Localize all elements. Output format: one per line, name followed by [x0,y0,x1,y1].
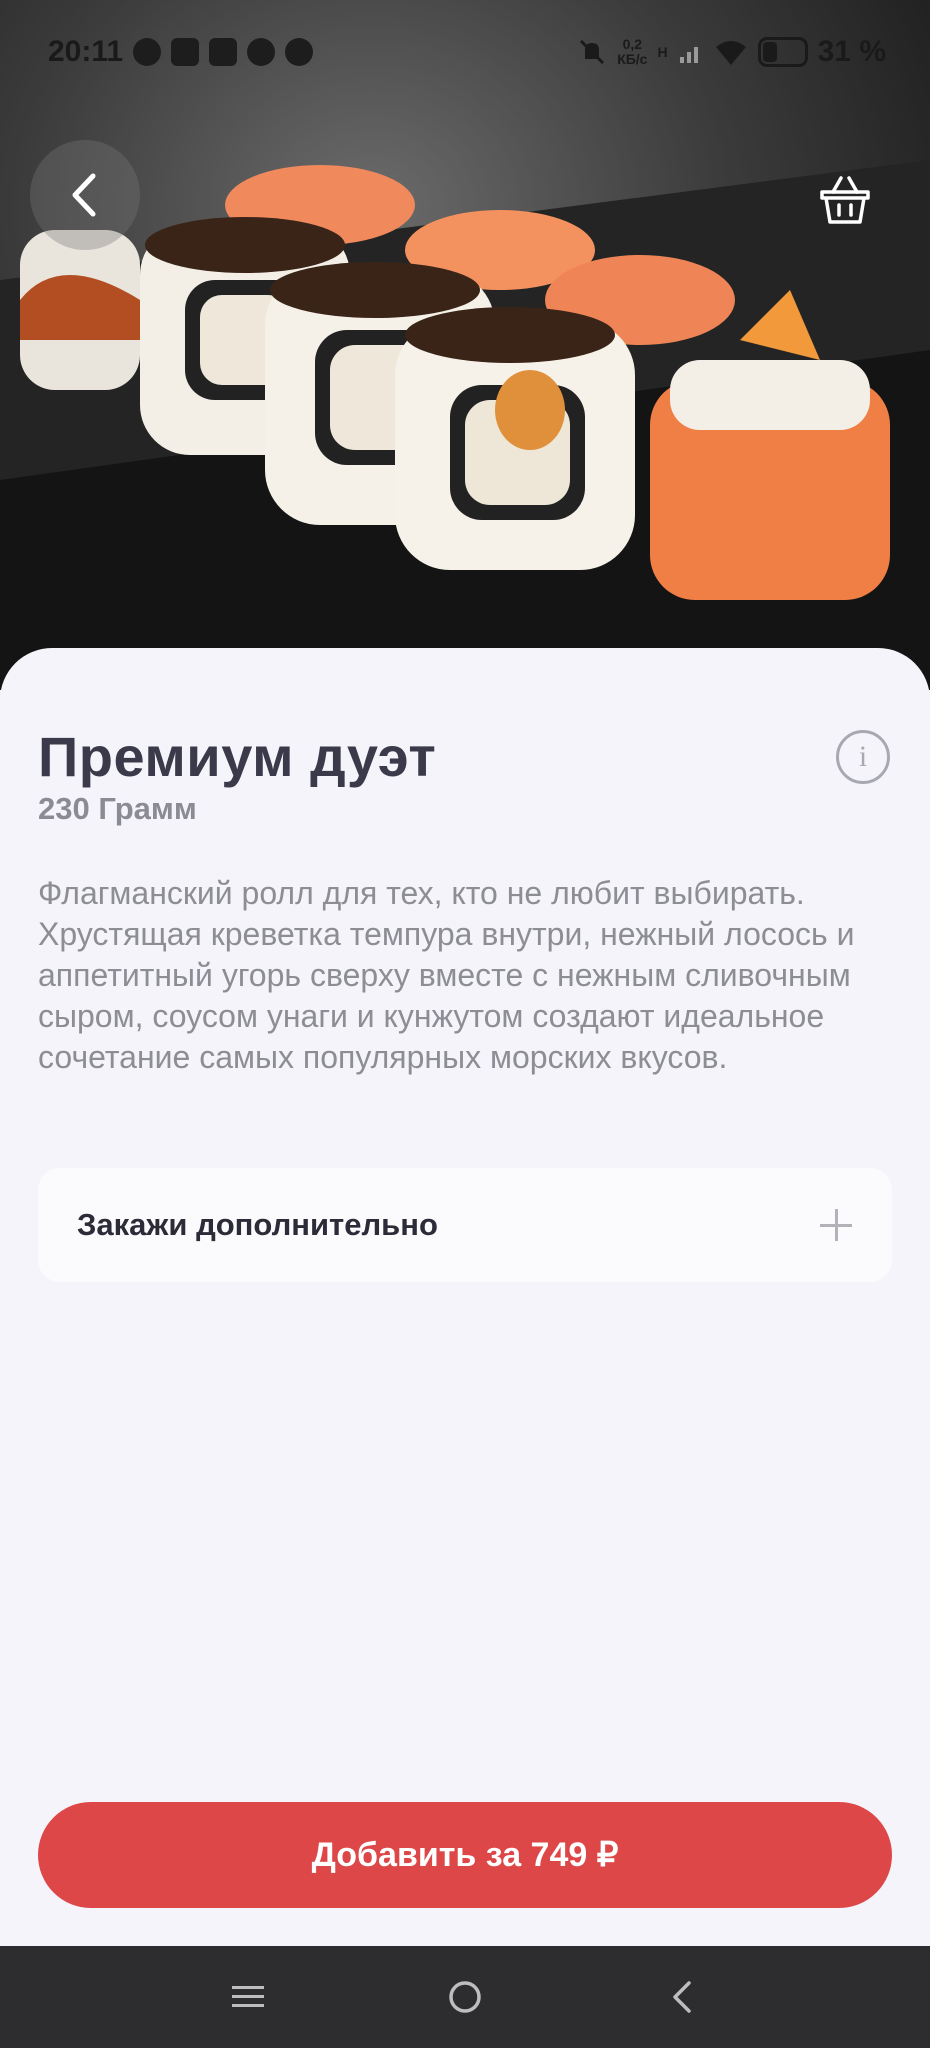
status-right: 0,2 КБ/с H 31 % [577,35,886,69]
mute-icon [580,39,605,65]
product-description: Флагманский ролл для тех, кто не любит в… [38,875,855,1075]
back-button[interactable] [30,140,140,250]
app-notification-icon [247,38,276,66]
status-time: 20:11 [48,35,124,68]
extras-label: Закажи дополнительно [77,1207,438,1242]
basket-icon [820,176,870,224]
status-left: 20:11 [48,35,314,69]
plus-icon [820,1209,852,1241]
network-type: H [657,43,668,60]
product-weight: 230 Грамм [38,791,197,826]
cart-button[interactable] [810,165,880,235]
wifi-icon [715,41,746,65]
menu-icon [232,1986,265,2007]
nav-home-button[interactable] [430,1962,500,2032]
info-button[interactable]: i [836,730,890,784]
net-speed-unit: КБ/с [617,51,648,67]
system-nav-bar [0,1946,930,2048]
cloud-notification-icon [285,38,314,66]
product-title: Премиум дуэт [38,725,437,788]
battery-percent: 31 % [817,35,886,68]
youtube-notification-icon [171,38,200,66]
nav-back-button[interactable] [647,1962,717,2032]
extras-toggle[interactable]: Закажи дополнительно [38,1168,892,1282]
bank-notification-icon [209,38,238,66]
nav-menu-button[interactable] [213,1962,283,2032]
add-to-cart-button[interactable]: Добавить за 749 ₽ [38,1802,892,1908]
product-sheet: Премиум дуэт 230 Грамм i Флагманский рол… [0,648,930,1948]
chat-notification-icon [133,38,162,66]
back-triangle-icon [672,1981,691,2013]
home-circle-icon [449,1981,481,2013]
chevron-left-icon [72,173,96,217]
info-icon: i [858,740,868,773]
net-speed: 0,2 КБ/с [617,37,647,67]
battery-icon [757,37,808,67]
signal-icon [679,47,698,63]
net-speed-value: 0,2 [622,36,643,52]
status-bar: 20:11 0,2 КБ/с H 31 % [0,0,930,104]
